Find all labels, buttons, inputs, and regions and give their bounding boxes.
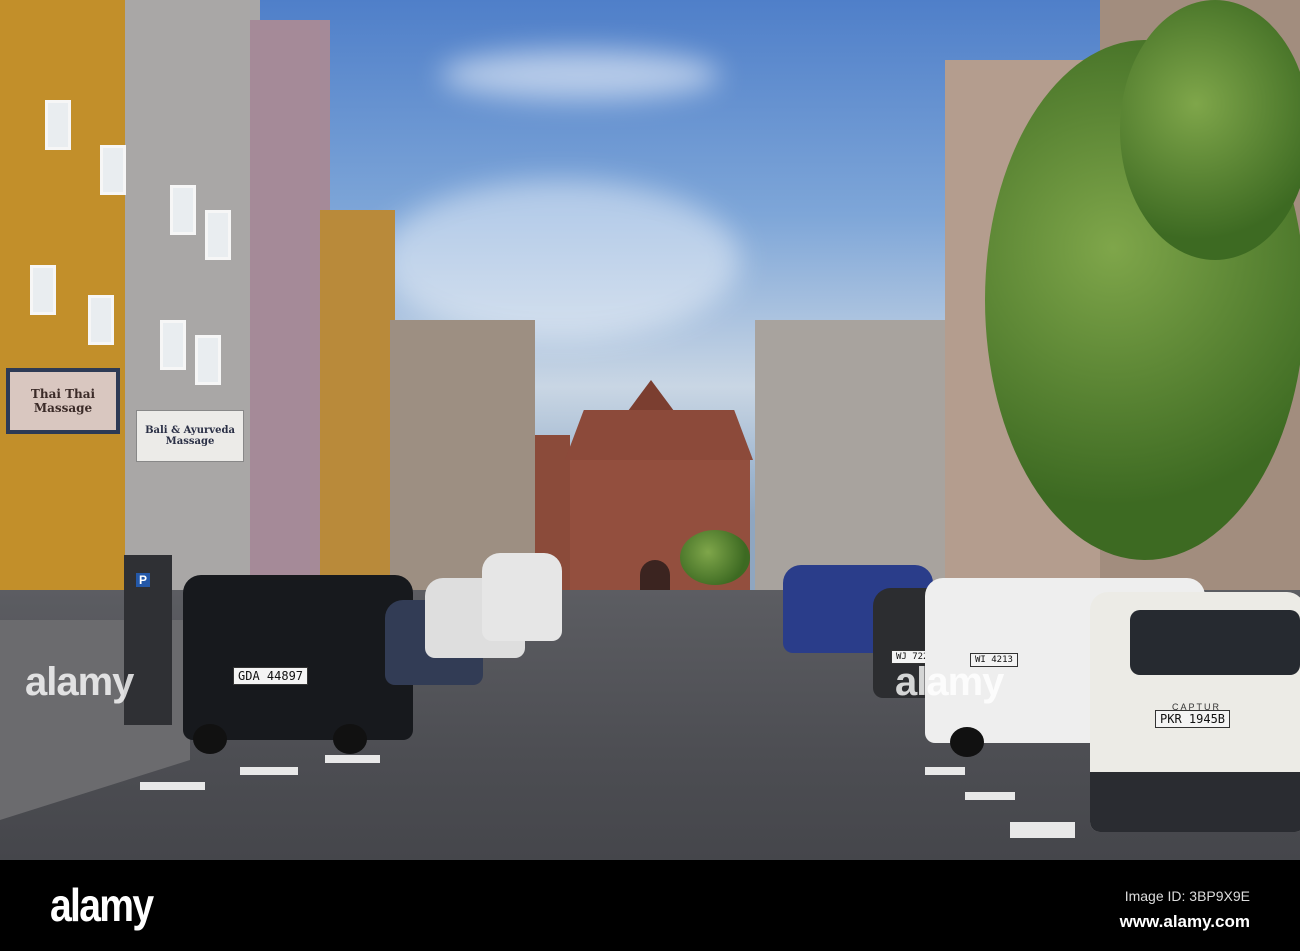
white-van xyxy=(482,553,562,641)
tree-leaves xyxy=(1120,0,1300,260)
license-plate: PKR 1945B xyxy=(1155,710,1231,728)
pink-building xyxy=(250,20,330,615)
window xyxy=(45,100,71,150)
lane-marking xyxy=(240,767,298,775)
license-plate: GDA 44897 xyxy=(233,667,309,685)
parking-sign: P xyxy=(136,573,151,587)
cloud xyxy=(380,180,740,340)
window xyxy=(88,295,114,345)
grey-building xyxy=(125,0,260,615)
watermark-bar xyxy=(0,860,1300,951)
ochre-building xyxy=(320,210,395,615)
white-renault-captur: CAPTUR PKR 1945B xyxy=(1090,592,1300,832)
thai-massage-sign: Thai Thai Massage xyxy=(6,368,120,434)
alamy-url: www.alamy.com xyxy=(1119,912,1250,931)
alamy-watermark-overlay: alamy xyxy=(25,660,134,704)
lane-marking xyxy=(965,792,1015,800)
lane-marking xyxy=(1010,822,1075,838)
street-photo: Thai Thai Massage Bali & Ayurveda Massag… xyxy=(0,0,1300,860)
window xyxy=(195,335,221,385)
cloud xyxy=(440,50,720,100)
window xyxy=(205,210,231,260)
small-tree xyxy=(680,530,750,585)
black-citroen-van: GDA 44897 xyxy=(183,575,413,754)
window xyxy=(30,265,56,315)
lane-marking xyxy=(140,782,205,790)
alamy-logo: alamy xyxy=(50,879,154,931)
image-id: Image ID: 3BP9X9E xyxy=(1124,888,1250,904)
window xyxy=(100,145,126,195)
window xyxy=(170,185,196,235)
lane-marking xyxy=(325,755,380,763)
lane-marking xyxy=(925,767,965,775)
alamy-watermark-overlay: alamy xyxy=(895,660,1004,704)
window xyxy=(160,320,186,370)
bali-massage-sign: Bali & Ayurveda Massage xyxy=(136,410,244,462)
